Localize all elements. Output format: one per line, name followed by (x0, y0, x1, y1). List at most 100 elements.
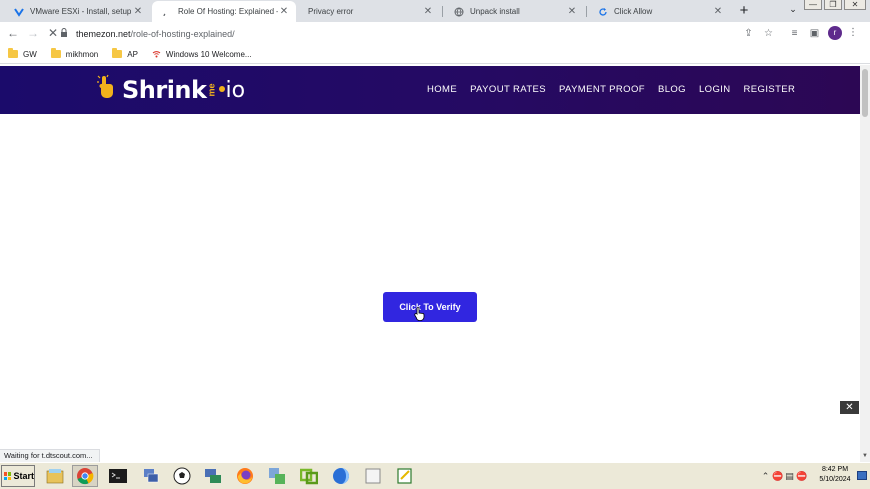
window-close-button[interactable]: ✕ (844, 0, 866, 10)
bookmark-mikhmon[interactable]: mikhmon (50, 48, 99, 59)
logo-tld: io (225, 77, 246, 103)
nav-home[interactable]: HOME (427, 84, 457, 95)
reading-list-icon[interactable]: ≡ (788, 27, 801, 40)
forward-button[interactable]: → (26, 26, 40, 40)
chrome-icon[interactable] (72, 465, 98, 487)
bookmark-ap[interactable]: AP (112, 48, 138, 59)
folder-icon (8, 48, 18, 58)
browser-menu-icon[interactable]: ⋮ (848, 26, 858, 40)
tab-title: Privacy error (308, 7, 354, 16)
page-viewport: Shrink me io HOME PAYOUT RATES PAYMENT P… (0, 65, 870, 462)
bookmark-label: mikhmon (65, 49, 99, 59)
file-manager-icon[interactable] (42, 465, 68, 487)
tab-title: Role Of Hosting: Explained – The (178, 7, 278, 16)
globe-icon (454, 7, 464, 17)
tab-separator (586, 6, 587, 17)
folder-icon (50, 48, 61, 58)
windows-logo-icon (4, 472, 12, 480)
logo-word: Shrink (122, 76, 207, 104)
show-hidden-icons-icon[interactable]: ⌃ (760, 471, 771, 482)
loading-icon (162, 7, 172, 17)
logo-dot (218, 86, 225, 92)
clock-time: 8:42 PM (821, 466, 849, 473)
remote-desktop-icon[interactable] (200, 465, 226, 487)
shrinkme-logo[interactable]: Shrink me io (96, 74, 245, 106)
profile-avatar[interactable]: r (828, 26, 842, 40)
tab-title: VMware ESXi - Install, setup drive (30, 7, 132, 16)
close-icon[interactable]: ✕ (132, 6, 144, 17)
nav-login[interactable]: LOGIN (699, 84, 731, 95)
page-scrollbar[interactable]: ▼ (860, 65, 870, 462)
pointing-hand-icon (96, 74, 120, 106)
start-button[interactable]: Start (1, 465, 35, 487)
bookmark-label: AP (127, 49, 138, 59)
nav-payment-proof[interactable]: PAYMENT PROOF (559, 84, 645, 95)
blank-window-icon[interactable] (360, 465, 386, 487)
browser-tab-strip: VMware ESXi - Install, setup drive ✕ Rol… (0, 0, 870, 22)
share-icon[interactable]: ⇪ (742, 27, 755, 40)
network-icon[interactable] (138, 465, 164, 487)
scroll-down-icon[interactable]: ▼ (862, 453, 868, 459)
bookmark-label: GW (23, 49, 37, 59)
browser-app-icon[interactable] (328, 465, 354, 487)
back-button[interactable]: ← (6, 26, 20, 40)
bookmark-star-icon[interactable]: ☆ (762, 27, 775, 40)
close-icon[interactable]: ✕ (566, 6, 578, 17)
logo-sub: me (206, 83, 217, 97)
tab-role-of-hosting[interactable]: Role Of Hosting: Explained – The ✕ (152, 1, 296, 22)
notepad-icon[interactable] (392, 465, 418, 487)
url-path: /role-of-hosting-explained/ (130, 28, 235, 39)
address-bar[interactable]: themezon.net/role-of-hosting-explained/ (60, 24, 730, 43)
bookmarks-bar: GW mikhmon AP Windows 10 Welcome... (0, 45, 870, 64)
close-icon[interactable]: ✕ (712, 6, 724, 17)
tab-search-button[interactable]: ⌄ (786, 4, 800, 18)
nav-blog[interactable]: BLOG (658, 84, 686, 95)
network-disconnected-icon[interactable]: ⛔ (772, 471, 783, 482)
display-icon[interactable]: ▤ (784, 471, 795, 482)
close-icon[interactable]: ✕ (278, 6, 290, 17)
firefox-icon[interactable] (232, 465, 258, 487)
soccer-ball-icon[interactable] (169, 465, 195, 487)
taskbar: Start ⌃ ⛔ ▤ ⛔ 8:42 PM 5/10/2024 (0, 462, 870, 489)
browser-toolbar: ← → ✕ themezon.net/role-of-hosting-expla… (0, 22, 870, 45)
status-bubble: Waiting for t.dtscout.com... (0, 449, 100, 462)
restore-button[interactable]: ❐ (824, 0, 842, 10)
show-desktop-icon[interactable] (857, 471, 867, 480)
vmware-app-icon[interactable] (296, 465, 322, 487)
clock[interactable]: 8:42 PM 5/10/2024 (816, 465, 854, 485)
vmware-icon (14, 7, 24, 17)
sound-muted-icon[interactable]: ⛔ (796, 471, 807, 482)
side-panel-icon[interactable]: ▣ (808, 27, 821, 40)
nav-payout-rates[interactable]: PAYOUT RATES (470, 84, 546, 95)
minimize-button[interactable]: — (804, 0, 822, 10)
wifi-icon (152, 49, 161, 60)
scrollbar-thumb[interactable] (862, 69, 868, 117)
nav-register[interactable]: REGISTER (744, 84, 796, 95)
tab-separator (442, 6, 443, 17)
bookmark-windows-10-welcome[interactable]: Windows 10 Welcome... (152, 49, 252, 60)
site-nav: HOME PAYOUT RATES PAYMENT PROOF BLOG LOG… (427, 84, 795, 95)
tab-title: Click Allow (614, 7, 653, 16)
url-host: themezon.net (76, 28, 131, 39)
stop-loading-button[interactable]: ✕ (46, 26, 60, 40)
tab-privacy-error[interactable]: Privacy error ✕ (298, 1, 440, 22)
tab-vmware-esxi[interactable]: VMware ESXi - Install, setup drive ✕ (4, 1, 150, 22)
window-controls: — ❐ ✕ (804, 0, 866, 10)
tab-click-allow[interactable]: Click Allow ✕ (588, 1, 730, 22)
click-to-verify-button[interactable]: Click To Verify (383, 292, 477, 322)
transfer-icon[interactable] (264, 465, 290, 487)
site-header: Shrink me io HOME PAYOUT RATES PAYMENT P… (0, 66, 860, 114)
close-icon[interactable]: ✕ (422, 6, 434, 17)
hand-cursor-icon (414, 307, 425, 324)
bookmark-label: Windows 10 Welcome... (165, 49, 252, 59)
folder-icon (112, 48, 123, 58)
tab-title: Unpack install (470, 7, 520, 16)
lock-icon[interactable] (60, 28, 70, 39)
reload-icon (598, 7, 608, 17)
tab-unpack-install[interactable]: Unpack install ✕ (444, 1, 584, 22)
start-label: Start (13, 471, 34, 481)
bookmark-gw[interactable]: GW (8, 48, 37, 59)
ad-close-button[interactable]: ✕ (840, 401, 859, 414)
terminal-icon[interactable] (105, 465, 131, 487)
new-tab-button[interactable]: + (736, 3, 752, 19)
